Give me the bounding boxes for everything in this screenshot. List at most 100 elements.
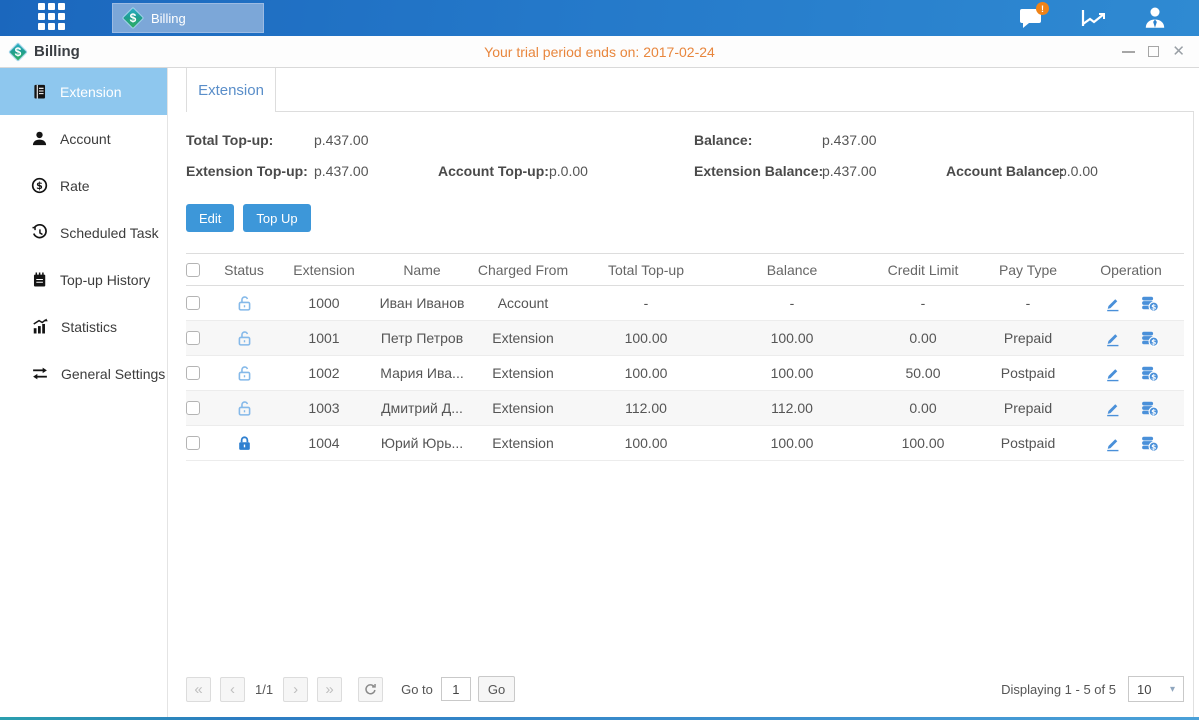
close-icon[interactable]: ✕ — [1172, 44, 1185, 59]
maximize-icon[interactable] — [1148, 46, 1159, 57]
table-row[interactable]: 1000 Иван Иванов Account - - - - $ — [186, 286, 1184, 321]
status-lock-icon — [236, 400, 253, 417]
row-checkbox[interactable] — [186, 296, 200, 310]
edit-pencil-icon[interactable] — [1104, 330, 1121, 347]
table-header: Status Extension Name Charged From Total… — [186, 253, 1184, 286]
row-credit-limit: 100.00 — [868, 435, 978, 451]
column-charged-from: Charged From — [470, 262, 576, 278]
row-extension: 1000 — [274, 295, 374, 311]
column-status: Status — [214, 262, 274, 278]
top-up-button[interactable]: Top Up — [243, 204, 310, 232]
user-menu-icon[interactable] — [1141, 6, 1169, 30]
tab-extension[interactable]: Extension — [186, 68, 276, 112]
edit-button[interactable]: Edit — [186, 204, 234, 232]
chevron-down-icon: ▾ — [1170, 684, 1175, 695]
row-pay-type: Prepaid — [978, 330, 1078, 346]
status-lock-icon — [236, 330, 253, 347]
sidebar-item-account[interactable]: Account — [0, 115, 167, 162]
svg-text:$: $ — [1151, 372, 1156, 381]
column-operation: Operation — [1078, 262, 1184, 278]
page-indicator: 1/1 — [255, 682, 273, 697]
top-up-coins-icon[interactable]: $ — [1140, 435, 1159, 452]
last-page-button[interactable]: » — [317, 677, 342, 702]
sidebar-item-rate[interactable]: $ Rate — [0, 162, 167, 209]
row-name: Дмитрий Д... — [374, 400, 470, 416]
column-extension: Extension — [274, 262, 374, 278]
row-checkbox[interactable] — [186, 401, 200, 415]
taskbar-tab-billing[interactable]: $ Billing — [112, 3, 264, 33]
main-content: Extension Total Top-up: p.437.00 Balance… — [168, 68, 1199, 720]
total-topup-label: Total Top-up: — [186, 132, 273, 148]
row-credit-limit: 0.00 — [868, 330, 978, 346]
edit-pencil-icon[interactable] — [1104, 400, 1121, 417]
billing-window-icon: $ — [9, 43, 27, 61]
row-total-topup: - — [576, 295, 716, 311]
row-name: Мария Ива... — [374, 365, 470, 381]
pagination-bar: « ‹ 1/1 › » Go to Go Display — [186, 668, 1184, 720]
edit-pencil-icon[interactable] — [1104, 295, 1121, 312]
row-extension: 1002 — [274, 365, 374, 381]
billing-app-icon: $ — [123, 8, 143, 28]
table-row[interactable]: 1001 Петр Петров Extension 100.00 100.00… — [186, 321, 1184, 356]
row-pay-type: Postpaid — [978, 435, 1078, 451]
top-up-coins-icon[interactable]: $ — [1140, 365, 1159, 382]
row-pay-type: - — [978, 295, 1078, 311]
row-checkbox[interactable] — [186, 436, 200, 450]
notepad-icon — [31, 271, 48, 288]
row-checkbox[interactable] — [186, 331, 200, 345]
sidebar-item-top-up-history[interactable]: Top-up History — [0, 256, 167, 303]
transfer-arrows-icon — [31, 365, 49, 382]
table-row[interactable]: 1003 Дмитрий Д... Extension 112.00 112.0… — [186, 391, 1184, 426]
notification-badge: ! — [1036, 2, 1049, 15]
prev-page-button[interactable]: ‹ — [220, 677, 245, 702]
go-button[interactable]: Go — [478, 676, 515, 702]
page-number-input[interactable] — [441, 677, 471, 701]
row-total-topup: 112.00 — [576, 400, 716, 416]
edit-pencil-icon[interactable] — [1104, 365, 1121, 382]
page-size-select[interactable]: 10 ▾ — [1128, 676, 1184, 702]
row-credit-limit: 50.00 — [868, 365, 978, 381]
edit-pencil-icon[interactable] — [1104, 435, 1121, 452]
person-icon — [31, 130, 48, 147]
clock-icon — [31, 224, 48, 241]
account-balance-value: p.0.00 — [1059, 163, 1098, 179]
table-row[interactable]: 1002 Мария Ива... Extension 100.00 100.0… — [186, 356, 1184, 391]
extension-balance-value: p.437.00 — [822, 163, 877, 179]
row-extension: 1004 — [274, 435, 374, 451]
messages-icon[interactable]: ! — [1017, 6, 1045, 30]
refresh-icon[interactable] — [358, 677, 383, 702]
sidebar-item-general-settings[interactable]: General Settings — [0, 350, 167, 397]
svg-text:$: $ — [36, 181, 43, 192]
sidebar-item-extension[interactable]: Extension — [0, 68, 167, 115]
column-pay-type: Pay Type — [978, 262, 1078, 278]
row-credit-limit: 0.00 — [868, 400, 978, 416]
row-checkbox[interactable] — [186, 366, 200, 380]
page-size-value: 10 — [1137, 682, 1151, 697]
top-up-coins-icon[interactable]: $ — [1140, 330, 1159, 347]
top-up-coins-icon[interactable]: $ — [1140, 400, 1159, 417]
window-titlebar: $ Billing Your trial period ends on: 201… — [0, 36, 1199, 68]
next-page-button[interactable]: › — [283, 677, 308, 702]
status-lock-icon — [236, 435, 253, 452]
window-title: Billing — [34, 43, 80, 60]
summary-section: Total Top-up: p.437.00 Balance: p.437.00… — [186, 126, 1184, 188]
resource-monitor-icon[interactable] — [1079, 6, 1107, 30]
sidebar-item-scheduled-task[interactable]: Scheduled Task — [0, 209, 167, 256]
select-all-checkbox[interactable] — [186, 263, 200, 277]
row-extension: 1003 — [274, 400, 374, 416]
row-balance: - — [716, 295, 868, 311]
app-menu-icon[interactable] — [38, 3, 68, 33]
account-topup-label: Account Top-up: — [438, 163, 549, 179]
first-page-button[interactable]: « — [186, 677, 211, 702]
balance-label: Balance: — [694, 132, 752, 148]
account-topup-value: p.0.00 — [549, 163, 588, 179]
column-credit-limit: Credit Limit — [868, 262, 978, 278]
row-balance: 100.00 — [716, 330, 868, 346]
svg-text:$: $ — [1151, 442, 1156, 451]
svg-text:$: $ — [1151, 337, 1156, 346]
sidebar-item-statistics[interactable]: Statistics — [0, 303, 167, 350]
minimize-icon[interactable] — [1122, 51, 1135, 53]
table-row[interactable]: 1004 Юрий Юрь... Extension 100.00 100.00… — [186, 426, 1184, 461]
extension-topup-value: p.437.00 — [314, 163, 369, 179]
top-up-coins-icon[interactable]: $ — [1140, 295, 1159, 312]
